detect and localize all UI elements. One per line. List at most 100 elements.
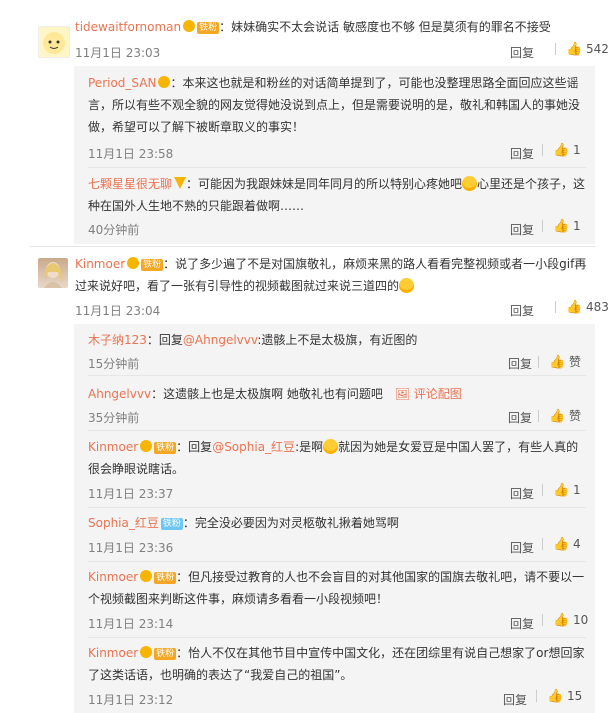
like-button[interactable]: 👍 1	[532, 219, 581, 234]
emoji-icon	[323, 439, 339, 454]
fan-badge: 铁粉	[154, 572, 177, 584]
divider	[88, 167, 586, 168]
reply-username[interactable]: 七颗星星很无聊	[88, 177, 172, 191]
image-icon: 🖼	[394, 387, 410, 401]
reply-body: Kinmoer 铁粉 ：但凡接受过教育的人也不会盲目的对其他国家的国旗去敬礼吧，请不…	[88, 566, 586, 610]
comment-time: 11月1日 23:04	[75, 304, 161, 318]
like-button[interactable]: 👍 4	[532, 537, 581, 552]
thumbs-up-icon: 👍	[566, 300, 583, 315]
reply-button[interactable]: 回复	[510, 485, 534, 502]
thumbs-up-icon: 👍	[549, 355, 566, 370]
like-button[interactable]: 👍 10	[532, 613, 588, 628]
reply-username[interactable]: Kinmoer	[88, 646, 138, 660]
reply-button[interactable]: 回复	[510, 615, 534, 632]
like-count: 483	[586, 300, 609, 314]
reply-username[interactable]: Kinmoer	[88, 570, 138, 584]
v-icon	[174, 177, 187, 189]
divider	[30, 246, 595, 247]
like-label: 赞	[569, 355, 582, 369]
comment-time: 11月1日 23:03	[75, 46, 161, 60]
divider	[542, 144, 543, 156]
thumbs-up-icon: 👍	[553, 537, 570, 552]
reply-text: ：回复	[176, 440, 213, 454]
reply-time: 11月1日 23:12	[88, 693, 174, 707]
divider	[88, 507, 586, 508]
reply-time: 15分钟前	[88, 357, 140, 371]
reply-username[interactable]: Sophia_红豆	[88, 516, 159, 530]
divider	[538, 356, 539, 368]
like-button[interactable]: 👍 15	[526, 689, 582, 704]
emoji-icon	[399, 278, 415, 293]
fan-badge: 铁粉	[154, 648, 177, 660]
like-count: 542	[586, 42, 609, 56]
thumbs-up-icon: 👍	[553, 613, 570, 628]
like-button[interactable]: 👍 赞	[528, 353, 581, 370]
like-button[interactable]: 👍 542	[545, 42, 609, 57]
reply-text-cont: :遗骸上不是太极旗，有近图的	[257, 333, 418, 347]
mention-link[interactable]: @Sophia_红豆	[212, 440, 295, 454]
reply-button[interactable]: 回复	[510, 44, 534, 61]
reply-time: 11月1日 23:14	[88, 617, 174, 631]
like-count: 4	[573, 537, 581, 551]
reply-button[interactable]: 回复	[510, 145, 534, 162]
divider	[542, 614, 543, 626]
divider	[88, 637, 586, 638]
fan-icon	[140, 440, 153, 452]
divider	[542, 484, 543, 496]
avatar[interactable]	[38, 26, 70, 58]
comment-username[interactable]: tidewaitfornoman	[75, 20, 181, 34]
fan-badge: 铁粉	[160, 518, 183, 530]
fan-badge: 铁粉	[154, 442, 177, 454]
like-button[interactable]: 👍 483	[545, 300, 609, 315]
fan-icon	[183, 20, 196, 32]
reply-time: 35分钟前	[88, 411, 140, 425]
reply-button[interactable]: 回复	[503, 691, 527, 708]
fan-icon	[127, 257, 140, 269]
avatar[interactable]	[38, 258, 68, 288]
reply-body: 七颗星星很无聊 ：可能因为我跟妹妹是同年同月的所以特别心疼她吧 心里还是个孩子，这种…	[88, 173, 586, 217]
reply-text: ：完全没必要因为对灵柩敬礼揪着她骂啊	[182, 516, 399, 530]
reply-time: 11月1日 23:58	[88, 147, 174, 161]
mention-link[interactable]: @Ahngelvvv	[183, 333, 257, 347]
reply-username[interactable]: Kinmoer	[88, 440, 138, 454]
like-count: 1	[573, 219, 581, 233]
emoji-icon	[462, 176, 478, 191]
comment-text: ：妹妹确实不太会说话 敏感度也不够 但是莫须有的罪名不接受	[219, 20, 551, 34]
like-button[interactable]: 👍 1	[532, 143, 581, 158]
reply-time: 11月1日 23:37	[88, 487, 174, 501]
reply-button[interactable]: 回复	[510, 539, 534, 556]
comment-body: Kinmoer 铁粉 ：说了多少遍了不是对国旗敬礼，麻烦来黑的路人看看完整视频或者一…	[75, 253, 595, 297]
divider	[542, 220, 543, 232]
divider	[542, 538, 543, 550]
reply-body: 木子纳123：回复@Ahngelvvv:遗骸上不是太极旗，有近图的	[88, 329, 586, 351]
thumbs-up-icon: 👍	[553, 143, 570, 158]
reply-username[interactable]: Period_SAN	[88, 76, 156, 90]
fan-badge: 铁粉	[141, 259, 164, 271]
reply-time: 11月1日 23:36	[88, 541, 174, 555]
reply-button[interactable]: 回复	[510, 302, 534, 319]
reply-text: ：回复	[146, 333, 183, 347]
fan-icon	[158, 76, 171, 88]
divider	[538, 410, 539, 422]
thumbs-up-icon: 👍	[566, 42, 583, 57]
like-button[interactable]: 👍 赞	[528, 407, 581, 424]
reply-text: ：可能因为我跟妹妹是同年同月的所以特别心疼她吧	[186, 177, 463, 191]
like-count: 1	[573, 143, 581, 157]
reply-body: Period_SAN ：本来这也就是和粉丝的对话简单提到了，可能也没整理思路全面回…	[88, 72, 586, 138]
reply-body: Ahngelvvv：这遗骸上也是太极旗啊 她敬礼也有问题吧 🖼 评论配图	[88, 383, 586, 405]
comment-body: tidewaitfornoman 铁粉 ：妹妹确实不太会说话 敏感度也不够 但是莫须…	[75, 16, 595, 38]
fan-icon	[140, 646, 153, 658]
reply-button[interactable]: 回复	[510, 221, 534, 238]
reply-username[interactable]: 木子纳123	[88, 333, 147, 347]
divider	[555, 301, 556, 313]
comment-username[interactable]: Kinmoer	[75, 257, 125, 271]
thumbs-up-icon: 👍	[553, 219, 570, 234]
divider	[536, 690, 537, 702]
reply-body: Sophia_红豆 铁粉 ：完全没必要因为对灵柩敬礼揪着她骂啊	[88, 512, 586, 534]
reply-text-cont: :是啊	[295, 440, 324, 454]
reply-username[interactable]: Ahngelvvv	[88, 387, 151, 401]
comment-image-link[interactable]: 🖼 评论配图	[395, 387, 462, 401]
reply-body: Kinmoer 铁粉 ：怡人不仅在其他节目中宣传中国文化，还在团综里有说自己想家了o…	[88, 642, 586, 686]
like-button[interactable]: 👍 1	[532, 483, 581, 498]
like-count: 10	[573, 613, 589, 627]
